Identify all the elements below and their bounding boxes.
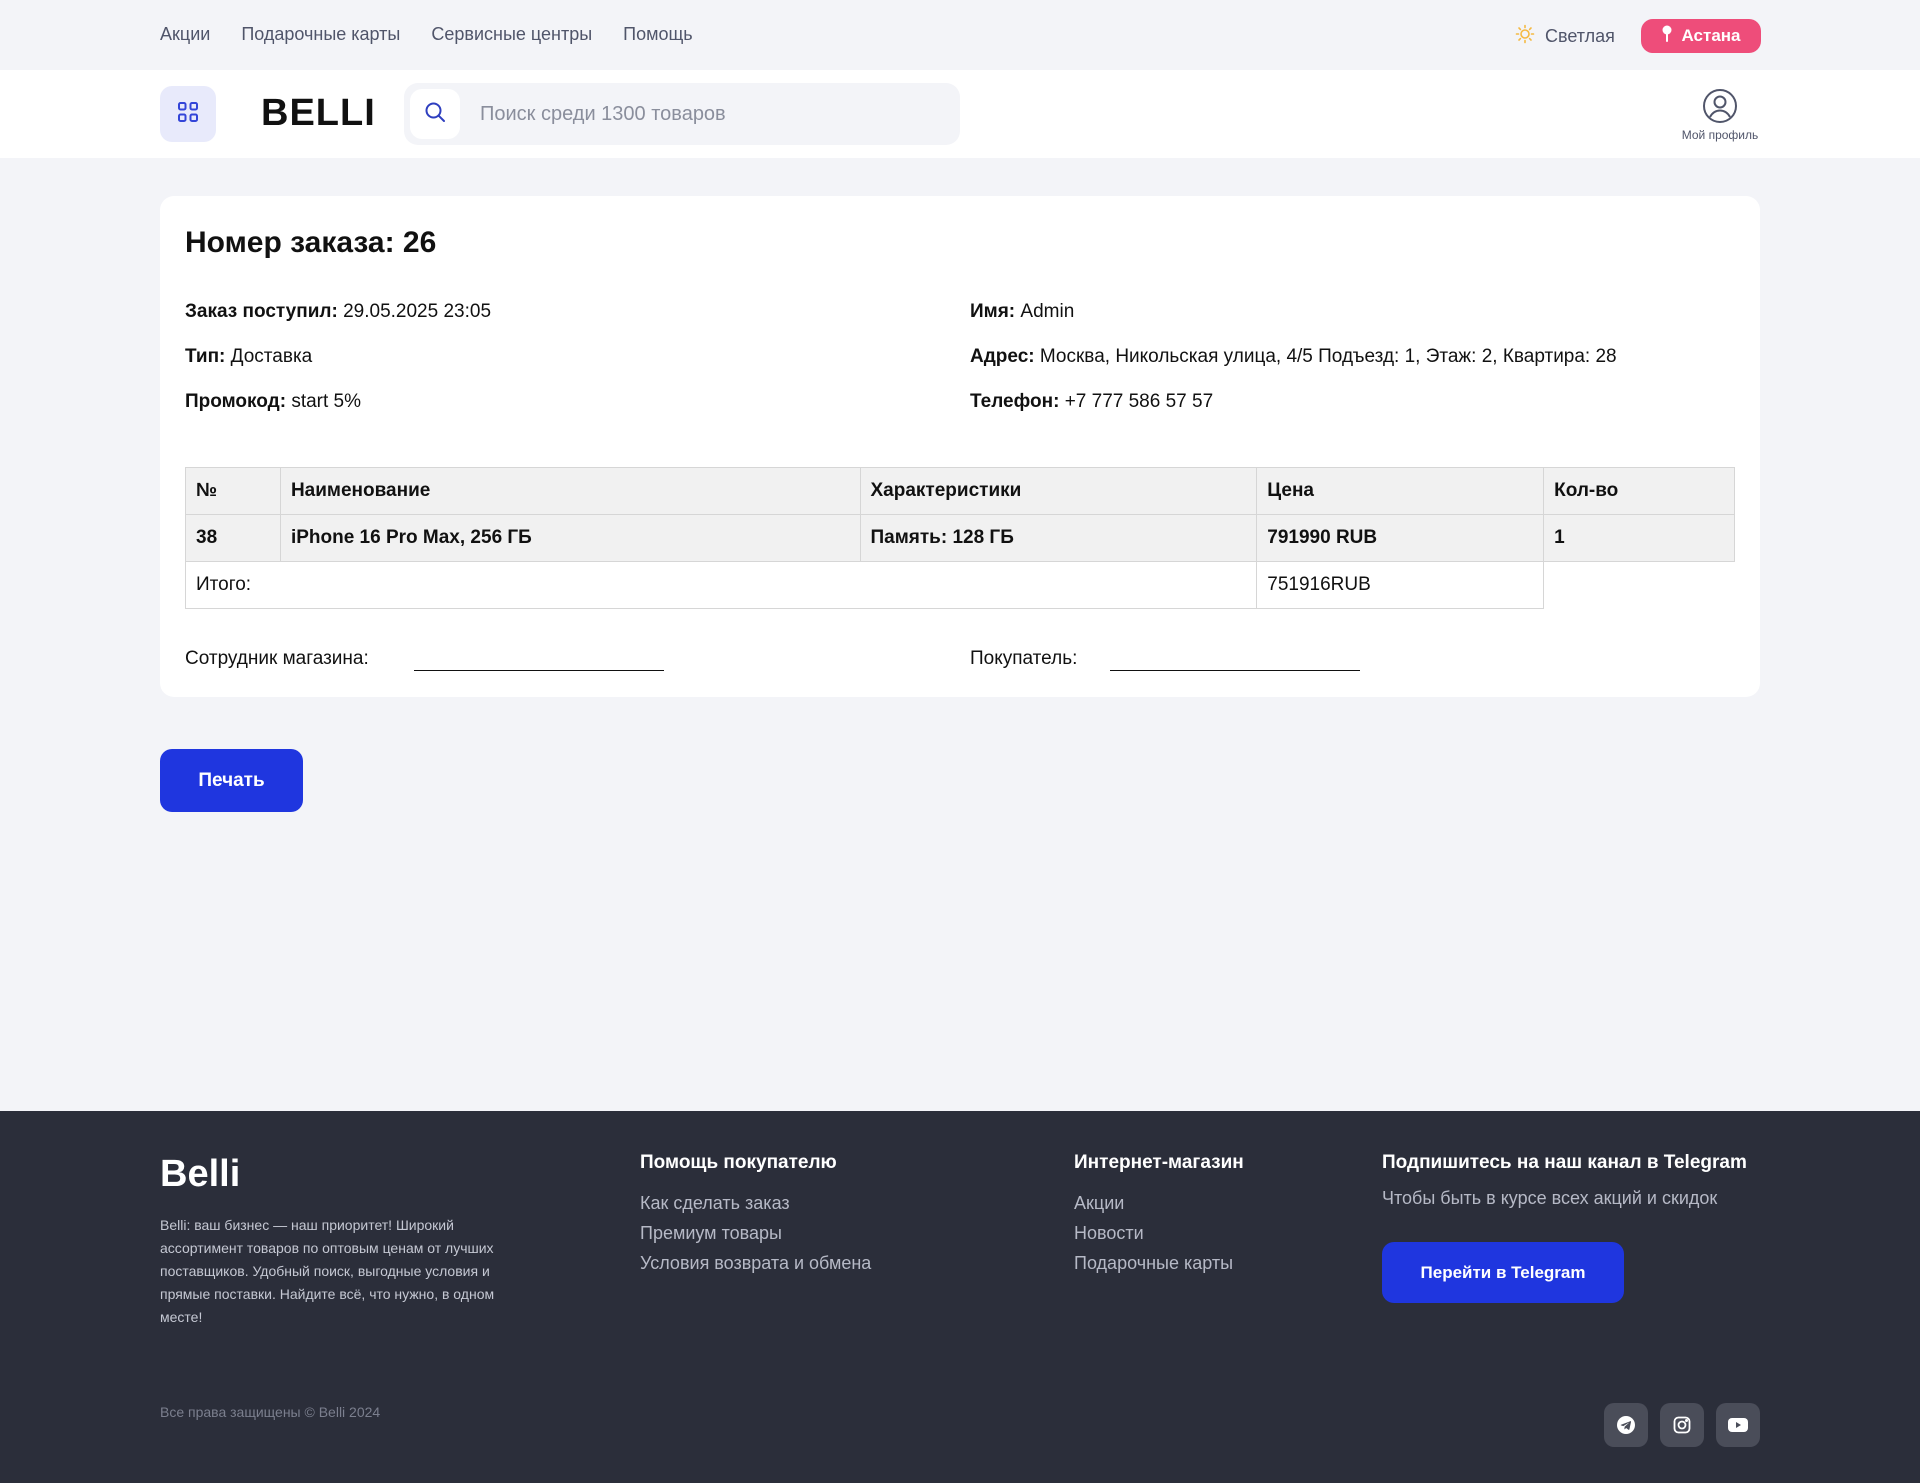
- copyright: Все права защищены © Belli 2024: [160, 1404, 381, 1420]
- total-label: Итого:: [184, 561, 1258, 609]
- site-logo[interactable]: BELLI: [261, 92, 376, 135]
- search-input[interactable]: [480, 83, 940, 145]
- order-promo-label: Промокод:: [185, 391, 287, 412]
- order-received-label: Заказ поступил:: [185, 301, 338, 322]
- footer-help-title: Помощь покупателю: [640, 1152, 837, 1173]
- telegram-icon[interactable]: [1604, 1403, 1648, 1447]
- footer-telegram-column: Подпишитесь на наш канал в Telegram Чтоб…: [1382, 1152, 1747, 1209]
- customer-address-label: Адрес:: [970, 346, 1035, 367]
- order-card: Номер заказа: 26 Заказ поступил: 29.05.2…: [160, 196, 1760, 697]
- table-header-row: № Наименование Характеристики Цена Кол-в…: [185, 467, 1735, 515]
- order-promo-value: start 5%: [291, 391, 362, 412]
- footer-shop-title: Интернет-магазин: [1074, 1152, 1244, 1173]
- footer-telegram-subtitle: Чтобы быть в курсе всех акций и скидок: [1382, 1188, 1718, 1208]
- city-selector[interactable]: Астана: [1641, 19, 1761, 53]
- column-header-number: №: [185, 467, 281, 515]
- footer-link-promotions[interactable]: Акции: [1074, 1188, 1244, 1218]
- order-received-value: 29.05.2025 23:05: [343, 301, 492, 322]
- top-nav-promotions[interactable]: Акции: [160, 24, 210, 45]
- search-icon: [424, 101, 446, 128]
- customer-name: Имя: Admin: [970, 301, 1074, 323]
- top-nav-help[interactable]: Помощь: [623, 24, 693, 45]
- column-header-name: Наименование: [279, 467, 861, 515]
- catalog-menu-button[interactable]: [160, 86, 216, 142]
- telegram-button[interactable]: Перейти в Telegram: [1382, 1242, 1624, 1303]
- footer: Belli Belli: ваш бизнес — наш приоритет!…: [0, 1111, 1920, 1483]
- item-quantity: 1: [1543, 514, 1735, 562]
- search-button[interactable]: [410, 89, 460, 139]
- total-value: 751916RUB: [1256, 561, 1545, 609]
- social-links: [1604, 1403, 1760, 1447]
- order-received: Заказ поступил: 29.05.2025 23:05: [185, 301, 491, 323]
- customer-name-value: Admin: [1020, 301, 1075, 322]
- top-nav-service-centers[interactable]: Сервисные центры: [431, 24, 592, 45]
- top-bar: Акции Подарочные карты Сервисные центры …: [0, 0, 1920, 70]
- customer-address-value: Москва, Никольская улица, 4/5 Подъезд: 1…: [1039, 346, 1617, 367]
- item-name: iPhone 16 Pro Max, 256 ГБ: [279, 514, 861, 562]
- user-icon: [1670, 88, 1770, 124]
- order-promo: Промокод: start 5%: [185, 391, 361, 413]
- total-row: Итого: 751916RUB: [184, 561, 1735, 609]
- location-pin-icon: [1661, 25, 1673, 48]
- total-empty-cell: [1544, 562, 1735, 609]
- table-row: 38 iPhone 16 Pro Max, 256 ГБ Память: 128…: [185, 514, 1735, 562]
- top-nav: Акции Подарочные карты Сервисные центры …: [160, 24, 693, 45]
- grid-icon: [177, 101, 199, 128]
- footer-telegram-title: Подпишитесь на наш канал в Telegram: [1382, 1152, 1747, 1173]
- item-specs: Память: 128 ГБ: [859, 514, 1258, 562]
- footer-link-premium[interactable]: Премиум товары: [640, 1218, 871, 1248]
- footer-link-how-to-order[interactable]: Как сделать заказ: [640, 1188, 871, 1218]
- customer-phone: Телефон: +7 777 586 57 57: [970, 391, 1213, 413]
- profile-button[interactable]: Мой профиль: [1670, 88, 1770, 142]
- customer-address: Адрес: Москва, Никольская улица, 4/5 Под…: [970, 346, 1617, 368]
- customer-phone-value: +7 777 586 57 57: [1064, 391, 1214, 412]
- buyer-signature-label: Покупатель:: [970, 648, 1078, 669]
- footer-shop-column: Интернет-магазин Акции Новости Подарочны…: [1074, 1152, 1244, 1278]
- main-header: BELLI Мой профиль: [0, 70, 1920, 158]
- order-type-value: Доставка: [230, 346, 313, 367]
- sun-icon: [1515, 24, 1535, 49]
- footer-link-gift-cards[interactable]: Подарочные карты: [1074, 1248, 1244, 1278]
- staff-signature-line: [414, 670, 664, 671]
- column-header-price: Цена: [1256, 467, 1545, 515]
- footer-link-news[interactable]: Новости: [1074, 1218, 1244, 1248]
- youtube-icon[interactable]: [1716, 1403, 1760, 1447]
- footer-about: Belli: ваш бизнес — наш приоритет! Широк…: [160, 1217, 495, 1325]
- order-title: Номер заказа: 26: [185, 226, 437, 259]
- instagram-icon[interactable]: [1660, 1403, 1704, 1447]
- order-items-table: № Наименование Характеристики Цена Кол-в…: [184, 467, 1735, 609]
- footer-logo[interactable]: Belli: [160, 1153, 240, 1196]
- customer-phone-label: Телефон:: [970, 391, 1060, 412]
- column-header-quantity: Кол-во: [1543, 467, 1735, 515]
- staff-signature-label: Сотрудник магазина:: [185, 648, 369, 669]
- footer-link-returns[interactable]: Условия возврата и обмена: [640, 1248, 871, 1278]
- customer-name-label: Имя:: [970, 301, 1016, 322]
- column-header-specs: Характеристики: [859, 467, 1258, 515]
- buyer-signature-line: [1110, 670, 1360, 671]
- top-nav-gift-cards[interactable]: Подарочные карты: [241, 24, 400, 45]
- profile-label: Мой профиль: [1681, 128, 1759, 142]
- theme-toggle[interactable]: Светлая: [1515, 24, 1615, 49]
- city-label: Астана: [1681, 26, 1741, 45]
- footer-help-column: Помощь покупателю Как сделать заказ Прем…: [640, 1152, 871, 1278]
- search-bar: [404, 83, 960, 145]
- item-price: 791990 RUB: [1256, 514, 1545, 562]
- item-number: 38: [185, 514, 281, 562]
- order-type: Тип: Доставка: [185, 346, 312, 368]
- theme-label: Светлая: [1545, 26, 1615, 46]
- print-button[interactable]: Печать: [160, 749, 303, 812]
- order-type-label: Тип:: [185, 346, 226, 367]
